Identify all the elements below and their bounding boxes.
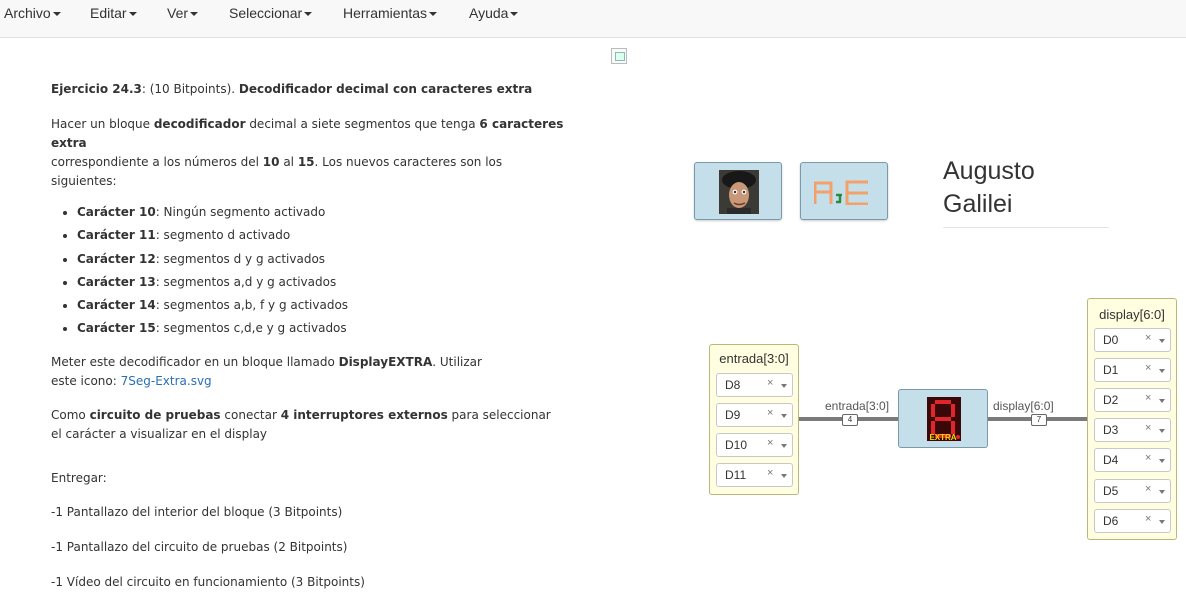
author-last-name: Galilei [943, 190, 1013, 218]
deliverable-item: -1 Pantallazo del interior del bloque (3… [51, 504, 343, 519]
ae-logo-icon [814, 180, 868, 205]
output-port-panel[interactable]: display[6:0] D0 × D1 × D2 × D3 × D4 × D5… [1087, 298, 1177, 540]
caret-down-icon [190, 12, 199, 17]
seven-segment-display-icon: EXTRA [927, 397, 961, 441]
clear-icon[interactable]: × [1145, 362, 1151, 374]
output-bus-width: 7 [1031, 414, 1047, 426]
clear-icon[interactable]: × [767, 407, 773, 419]
clear-icon[interactable]: × [767, 437, 773, 449]
caret-down-icon [510, 12, 519, 17]
list-item: Carácter 12: segmentos d y g activados [77, 250, 581, 273]
chevron-down-icon[interactable] [1159, 339, 1165, 343]
list-item: Carácter 10: Ningún segmento activado [77, 203, 581, 226]
output-wire-label: display[6:0] [993, 399, 1054, 413]
pin-select[interactable]: D11 × [716, 463, 793, 487]
author-photo-button[interactable] [694, 162, 782, 220]
pin-select[interactable]: D9 × [716, 403, 793, 427]
menu-ver[interactable]: Ver [167, 5, 199, 21]
list-item: Carácter 13: segmentos a,d y g activados [77, 273, 581, 296]
logo-button[interactable] [800, 162, 888, 220]
chevron-down-icon[interactable] [781, 444, 787, 448]
clear-icon[interactable]: × [1145, 392, 1151, 404]
caret-down-icon [52, 12, 61, 17]
pin-select[interactable]: D0 × [1094, 328, 1171, 352]
display-extra-block[interactable]: EXTRA [898, 389, 988, 448]
chevron-down-icon[interactable] [1159, 490, 1165, 494]
author-divider [943, 227, 1109, 228]
pin-select[interactable]: D10 × [716, 433, 793, 457]
chevron-down-icon[interactable] [781, 384, 787, 388]
chevron-down-icon[interactable] [1159, 369, 1165, 373]
input-port-title: entrada[3:0] [719, 351, 789, 366]
list-item: Carácter 15: segmentos c,d,e y g activad… [77, 319, 581, 342]
extra-badge: EXTRA [929, 433, 956, 441]
list-item: Carácter 11: segmento d activado [77, 226, 581, 249]
chevron-down-icon[interactable] [1159, 429, 1165, 433]
clear-icon[interactable]: × [767, 467, 773, 479]
exercise-intro: Hacer un bloque decodificador decimal a … [51, 117, 564, 188]
caret-down-icon [429, 12, 438, 17]
character-list: Carácter 10: Ningún segmento activado Ca… [51, 203, 581, 343]
clear-icon[interactable]: × [1145, 332, 1151, 344]
pin-select[interactable]: D3 × [1094, 418, 1171, 442]
list-item: Carácter 14: segmentos a,b, f y g activa… [77, 296, 581, 319]
exercise-text: Ejercicio 24.3: (10 Bitpoints). Decodifi… [51, 80, 581, 592]
pin-select[interactable]: D1 × [1094, 358, 1171, 382]
caret-down-icon [304, 12, 313, 17]
clear-icon[interactable]: × [1145, 513, 1151, 525]
pin-select[interactable]: D4 × [1094, 448, 1171, 472]
deliverables-heading: Entregar: [51, 470, 107, 485]
pin-select[interactable]: D5 × [1094, 479, 1171, 503]
chevron-down-icon[interactable] [781, 414, 787, 418]
caret-down-icon [128, 12, 137, 17]
icon-link[interactable]: 7Seg-Extra.svg [121, 374, 212, 388]
exercise-heading: Ejercicio 24.3: (10 Bitpoints). Decodifi… [51, 82, 533, 96]
menu-herramientas[interactable]: Herramientas [343, 5, 438, 21]
deliverable-item: -1 Vídeo del circuito en funcionamiento … [51, 574, 365, 589]
clear-icon[interactable]: × [1145, 452, 1151, 464]
chevron-down-icon[interactable] [1159, 520, 1165, 524]
chevron-down-icon[interactable] [781, 474, 787, 478]
clear-icon[interactable]: × [1145, 483, 1151, 495]
output-port-title: display[6:0] [1099, 307, 1165, 322]
clear-icon[interactable]: × [1145, 422, 1151, 434]
test-circuit-instructions: Como circuito de pruebas conectar 4 inte… [51, 407, 551, 441]
pin-select[interactable]: D2 × [1094, 388, 1171, 412]
menu-archivo[interactable]: Archivo [4, 5, 61, 21]
menu-bar: Archivo Editar Ver Seleccionar Herramien… [0, 0, 1186, 38]
input-port-panel[interactable]: entrada[3:0] D8 × D9 × D10 × D11 × [709, 344, 799, 495]
author-name: Augusto Galilei [943, 155, 1035, 221]
pin-select[interactable]: D6 × [1094, 509, 1171, 533]
chevron-down-icon[interactable] [1159, 399, 1165, 403]
input-wire-label: entrada[3:0] [825, 399, 890, 413]
author-portrait-image [719, 170, 759, 214]
chevron-down-icon[interactable] [1159, 459, 1165, 463]
menu-ayuda[interactable]: Ayuda [469, 5, 519, 21]
block-instructions: Meter este decodificador en un bloque ll… [51, 354, 482, 388]
clear-icon[interactable]: × [767, 377, 773, 389]
input-bus-width: 4 [842, 414, 858, 426]
pin-select[interactable]: D8 × [716, 373, 793, 397]
author-first-name: Augusto [943, 157, 1035, 185]
deliverable-item: -1 Pantallazo del circuito de pruebas (2… [51, 539, 348, 554]
menu-editar[interactable]: Editar [90, 5, 137, 21]
menu-seleccionar[interactable]: Seleccionar [229, 5, 313, 21]
broken-image-icon [611, 48, 627, 64]
